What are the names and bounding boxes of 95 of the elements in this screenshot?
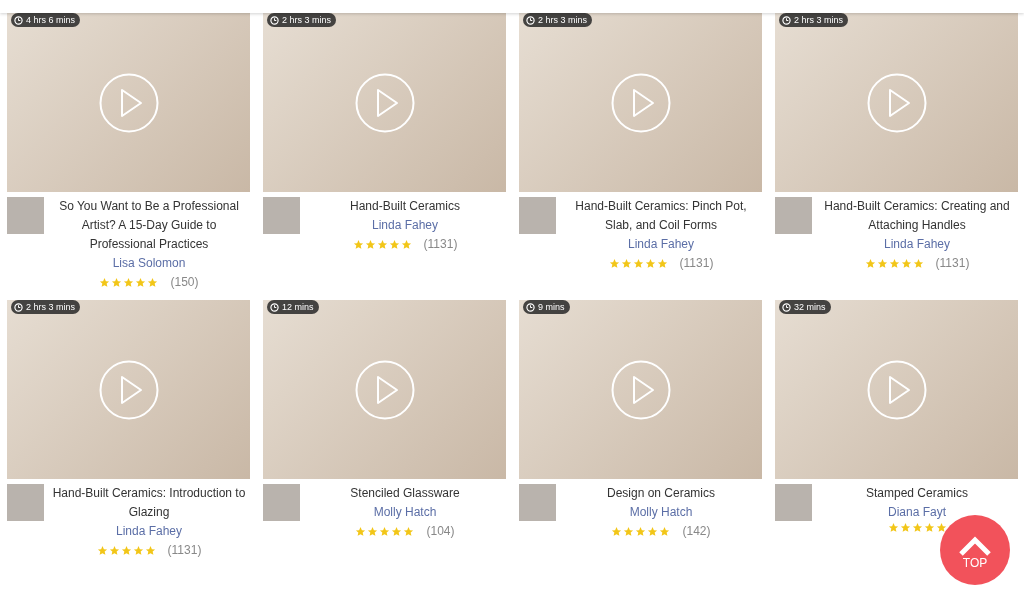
course-title[interactable]: Stenciled Glassware xyxy=(350,484,460,503)
star-icon xyxy=(379,526,391,537)
course-title[interactable]: So You Want to Be a Professional Artist? A 15-Day Guide to Professional Practices xyxy=(52,197,246,254)
play-icon[interactable] xyxy=(610,359,671,420)
photo-placeholder[interactable]: 2 hrs 3 mins xyxy=(263,13,506,192)
star-icon xyxy=(123,277,135,288)
author-link[interactable]: Lisa Solomon xyxy=(112,254,186,273)
play-icon[interactable] xyxy=(354,72,415,133)
play-icon[interactable] xyxy=(866,359,927,420)
star-icon xyxy=(864,258,876,269)
duration-badge: 32 mins xyxy=(779,300,831,314)
star-icon xyxy=(899,522,911,533)
chevron-icon xyxy=(958,536,992,556)
photo-placeholder[interactable]: 4 hrs 6 mins xyxy=(7,13,250,192)
star-icon xyxy=(611,526,623,537)
review-count: (104) xyxy=(426,523,455,540)
star-icon xyxy=(352,239,364,250)
duration-badge: 4 hrs 6 mins xyxy=(11,13,81,27)
play-icon[interactable] xyxy=(866,72,927,133)
star-icon xyxy=(99,277,111,288)
star-icon xyxy=(656,258,668,269)
author-link[interactable]: Linda Fahey xyxy=(371,216,438,235)
duration-badge: 2 hrs 3 mins xyxy=(267,13,337,27)
play-icon[interactable] xyxy=(98,359,159,420)
author-link[interactable]: Linda Fahey xyxy=(883,235,950,254)
duration-badge: 12 mins xyxy=(267,300,319,314)
course-title[interactable]: Hand-Built Ceramics xyxy=(349,197,460,216)
duration-badge: 9 mins xyxy=(523,300,570,314)
photo-placeholder[interactable]: 12 mins xyxy=(263,300,506,479)
duration-badge: 2 hrs 3 mins xyxy=(11,300,81,314)
star-icon xyxy=(132,545,144,556)
star-icon xyxy=(635,526,647,537)
play-icon[interactable] xyxy=(98,72,159,133)
avatar-photo xyxy=(263,484,300,521)
author-link[interactable]: Linda Fahey xyxy=(115,522,182,541)
star-icon xyxy=(400,239,412,250)
review-count: (1131) xyxy=(935,255,970,272)
course-title[interactable]: Hand-Built Ceramics: Pinch Pot, Slab, and Coil Forms xyxy=(564,197,758,235)
avatar-photo xyxy=(7,197,44,234)
star-icon xyxy=(876,258,888,269)
star-icon xyxy=(120,545,132,556)
star-icon xyxy=(355,526,367,537)
course-title[interactable]: Hand-Built Ceramics: Creating and Attaching Handles xyxy=(820,197,1014,235)
star-icon xyxy=(659,526,671,537)
avatar-photo xyxy=(263,197,300,234)
star-icon xyxy=(96,545,108,556)
star-icon xyxy=(391,526,403,537)
author-link[interactable]: Linda Fahey xyxy=(627,235,694,254)
star-icon xyxy=(608,258,620,269)
star-icon xyxy=(108,545,120,556)
course-title[interactable]: Hand-Built Ceramics: Introduction to Glazing xyxy=(52,484,246,522)
star-icon xyxy=(632,258,644,269)
avatar-photo xyxy=(775,197,812,234)
review-count: (1131) xyxy=(679,255,714,272)
photo-placeholder[interactable]: 9 mins xyxy=(519,300,762,479)
star-icon xyxy=(887,522,899,533)
avatar-photo xyxy=(519,197,556,234)
course-title[interactable]: Stamped Ceramics xyxy=(865,484,968,503)
star-icon xyxy=(911,522,923,533)
photo-placeholder[interactable]: 2 hrs 3 mins xyxy=(519,13,762,192)
star-icon xyxy=(935,522,947,533)
star-icon xyxy=(388,239,400,250)
star-icon xyxy=(623,526,635,537)
star-icon xyxy=(144,545,156,556)
review-count: (1131) xyxy=(167,542,202,559)
star-icon xyxy=(900,258,912,269)
play-icon[interactable] xyxy=(610,72,671,133)
star-icon xyxy=(364,239,376,250)
author-link[interactable]: Molly Hatch xyxy=(629,503,693,522)
star-icon xyxy=(644,258,656,269)
author-link[interactable]: Molly Hatch xyxy=(373,503,437,522)
review-count: (1131) xyxy=(423,236,458,253)
star-icon xyxy=(620,258,632,269)
photo-placeholder[interactable]: 2 hrs 3 mins xyxy=(775,13,1018,192)
star-icon xyxy=(888,258,900,269)
star-icon xyxy=(912,258,924,269)
star-icon xyxy=(147,277,159,288)
avatar-photo xyxy=(519,484,556,521)
star-icon xyxy=(135,277,147,288)
play-icon[interactable] xyxy=(354,359,415,420)
avatar-photo xyxy=(775,484,812,521)
photo-placeholder[interactable]: 32 mins xyxy=(775,300,1018,479)
avatar-photo xyxy=(7,484,44,521)
star-icon xyxy=(111,277,123,288)
review-count: (142) xyxy=(682,523,711,540)
duration-badge: 2 hrs 3 mins xyxy=(523,13,593,27)
duration-badge: 2 hrs 3 mins xyxy=(779,13,849,27)
review-count: (150) xyxy=(170,274,199,290)
star-icon xyxy=(647,526,659,537)
photo-placeholder[interactable]: 2 hrs 3 mins xyxy=(7,300,250,479)
star-icon xyxy=(923,522,935,533)
star-icon xyxy=(367,526,379,537)
star-icon xyxy=(403,526,415,537)
star-icon xyxy=(376,239,388,250)
course-title[interactable]: Design on Ceramics xyxy=(606,484,715,503)
